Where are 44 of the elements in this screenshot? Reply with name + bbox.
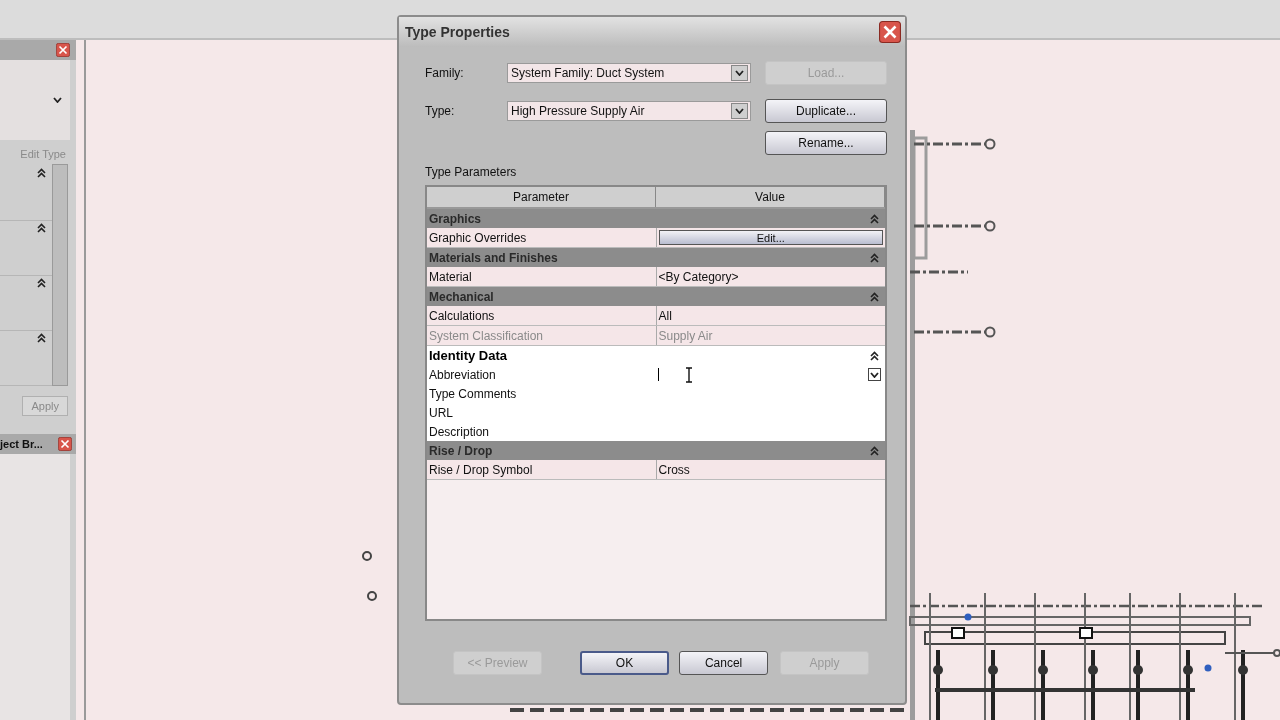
collapse-icon[interactable] [37, 168, 46, 178]
close-icon[interactable] [879, 21, 901, 43]
close-icon[interactable] [58, 437, 72, 451]
value-cell-text: <By Category> [657, 268, 740, 286]
parameter-cell-text: URL [428, 404, 454, 422]
field-label: Type: [425, 104, 456, 118]
dialog-button[interactable]: Duplicate... [765, 99, 887, 123]
column-header[interactable]: Parameter [427, 187, 656, 207]
group-header[interactable]: Identity Data [427, 346, 885, 365]
collapse-icon[interactable] [37, 223, 46, 233]
dialog-button[interactable]: Cancel [679, 651, 769, 675]
node-marker-icon [362, 551, 372, 561]
parameter-cell: Calculations [427, 306, 657, 325]
parameter-cell-text: Abbreviation [428, 366, 497, 384]
group-header[interactable]: Mechanical [427, 287, 885, 306]
close-icon[interactable] [56, 43, 70, 57]
value-cell-text: Supply Air [657, 327, 714, 345]
panel-title: ject Br... [0, 438, 43, 450]
dialog-title: Type Properties [405, 24, 510, 40]
dialog-button[interactable]: OK [579, 651, 670, 675]
section-label: Type Parameters [425, 165, 518, 179]
parameter-cell: Rise / Drop Symbol [427, 460, 657, 479]
group-header[interactable]: Materials and Finishes [427, 248, 885, 267]
edit-button[interactable]: Edit... [658, 230, 883, 245]
collapse-icon[interactable] [37, 278, 46, 288]
collapse-icon[interactable] [37, 333, 46, 343]
column-header[interactable]: Value [656, 187, 885, 207]
type-dropdown[interactable]: High Pressure Supply Air [507, 101, 751, 121]
parameter-cell: System Classification [427, 326, 657, 345]
value-cell-text: Cross [657, 461, 691, 479]
field-label: Family: [425, 66, 465, 80]
value-cell-text: All [657, 307, 673, 325]
parameter-cell-text: Description [428, 423, 491, 441]
family-dropdown[interactable]: System Family: Duct System [507, 63, 751, 83]
parameter-cell-text: Type Comments [428, 385, 518, 403]
text-cursor-icon [685, 366, 693, 383]
group-header[interactable]: Rise / Drop [427, 441, 885, 460]
parameter-cell: Graphic Overrides [427, 228, 657, 247]
scrollbar[interactable] [52, 164, 68, 386]
parameter-cell: Material [427, 267, 657, 286]
group-header[interactable]: Graphics [427, 209, 885, 228]
collapse-icon[interactable] [870, 350, 879, 361]
dialog-button[interactable]: Rename... [765, 131, 887, 155]
node-marker-icon [367, 591, 377, 601]
